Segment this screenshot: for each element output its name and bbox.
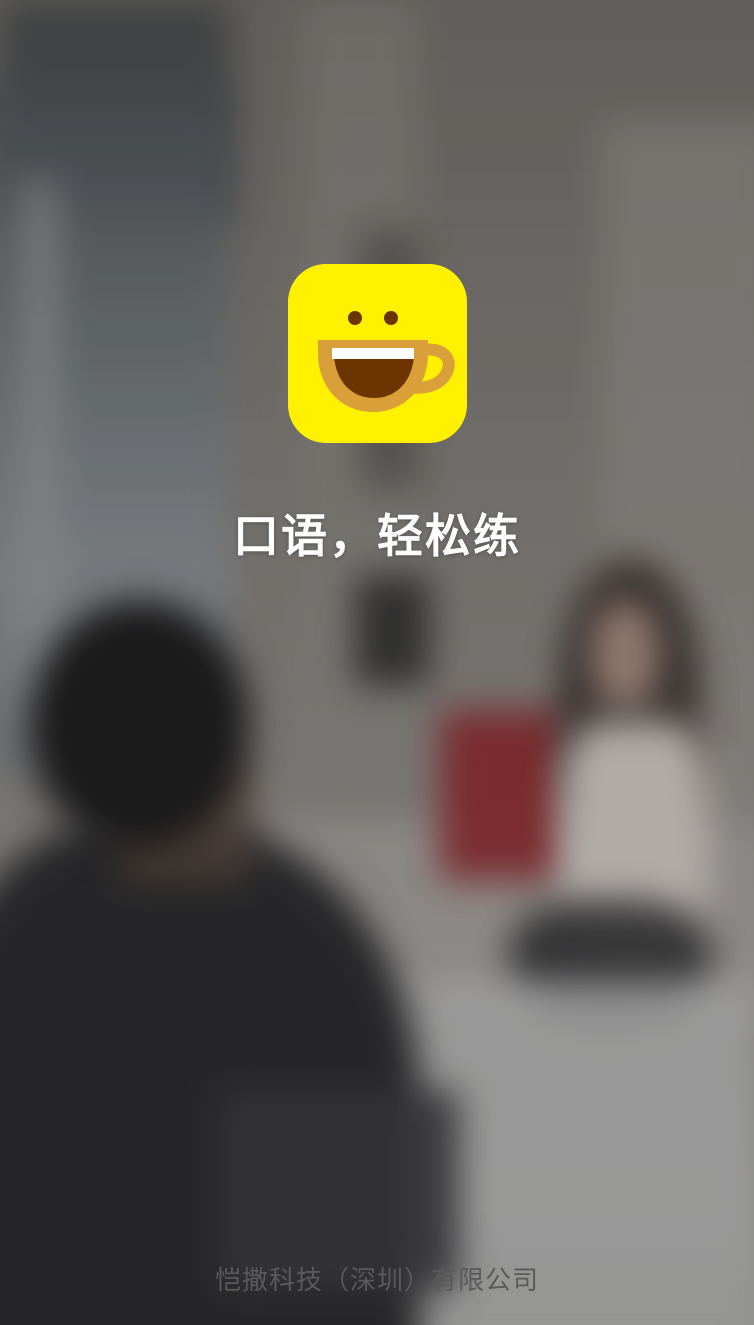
splash-screen: 口语，轻松练 恺撒科技（深圳）有限公司: [0, 0, 754, 1325]
smiling-coffee-cup-icon: [318, 311, 455, 412]
app-logo: [288, 264, 467, 443]
blurred-background-photo: [0, 0, 754, 1325]
company-name: 恺撒科技（深圳）有限公司: [214, 1266, 539, 1296]
app-slogan: 口语，轻松练: [233, 509, 521, 563]
